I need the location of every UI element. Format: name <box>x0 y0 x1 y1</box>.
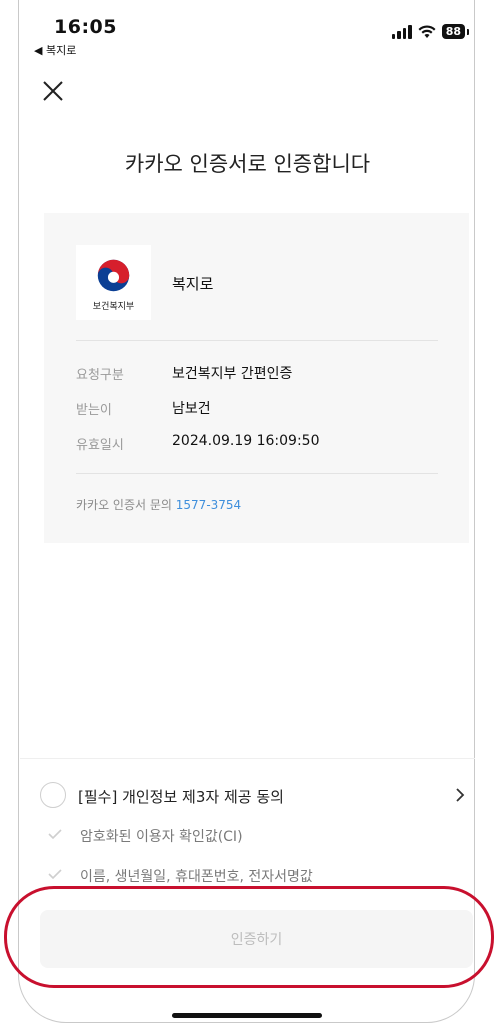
inquiry-text: 카카오 인증서 문의 1577-3754 <box>76 496 241 513</box>
consent-sub-text: 이름, 생년월일, 휴대폰번호, 전자서명값 <box>80 869 313 885</box>
check-icon <box>48 829 62 840</box>
consent-sub-text: 암호화된 이용자 확인값(CI) <box>80 829 243 845</box>
status-icons: 88 <box>391 24 470 39</box>
inquiry-label: 카카오 인증서 문의 <box>76 498 172 512</box>
auth-info-card: 보건복지부 복지로 요청구분 보건복지부 간편인증 받는이 남보건 유효일시 2… <box>44 213 469 543</box>
page-title: 카카오 인증서로 인증합니다 <box>124 152 371 176</box>
home-indicator <box>172 1013 322 1018</box>
authenticate-button[interactable]: 인증하기 <box>40 910 473 968</box>
recipient-label: 받는이 <box>76 403 112 418</box>
check-icon <box>48 869 62 880</box>
back-to-app-link[interactable]: ◀ 복지로 <box>34 42 76 58</box>
logo-text: 보건복지부 <box>92 302 135 312</box>
section-divider <box>20 758 475 759</box>
service-name: 복지로 <box>172 275 214 293</box>
consent-required-row[interactable]: [필수] 개인정보 제3자 제공 동의 <box>40 782 470 812</box>
battery-icon: 88 <box>441 24 470 39</box>
status-bar: 16:05 ◀ 복지로 88 <box>0 0 495 60</box>
inquiry-phone-link[interactable]: 1577-3754 <box>176 498 241 512</box>
card-divider <box>76 340 438 341</box>
request-type-label: 요청구분 <box>76 368 124 383</box>
card-divider <box>76 473 438 474</box>
taegeuk-emblem-icon <box>97 259 130 292</box>
recipient-value: 남보건 <box>172 401 211 417</box>
valid-until-label: 유효일시 <box>76 438 124 453</box>
chevron-right-icon[interactable] <box>454 786 466 804</box>
valid-until-value: 2024.09.19 16:09:50 <box>172 433 320 449</box>
ministry-logo: 보건복지부 <box>76 245 151 320</box>
cellular-signal-icon <box>391 24 412 39</box>
close-icon[interactable] <box>40 78 66 104</box>
consent-label: [필수] 개인정보 제3자 제공 동의 <box>78 788 284 806</box>
request-type-value: 보건복지부 간편인증 <box>172 366 293 382</box>
wifi-icon <box>418 24 436 38</box>
consent-radio[interactable] <box>40 782 66 808</box>
status-time: 16:05 <box>54 16 117 38</box>
